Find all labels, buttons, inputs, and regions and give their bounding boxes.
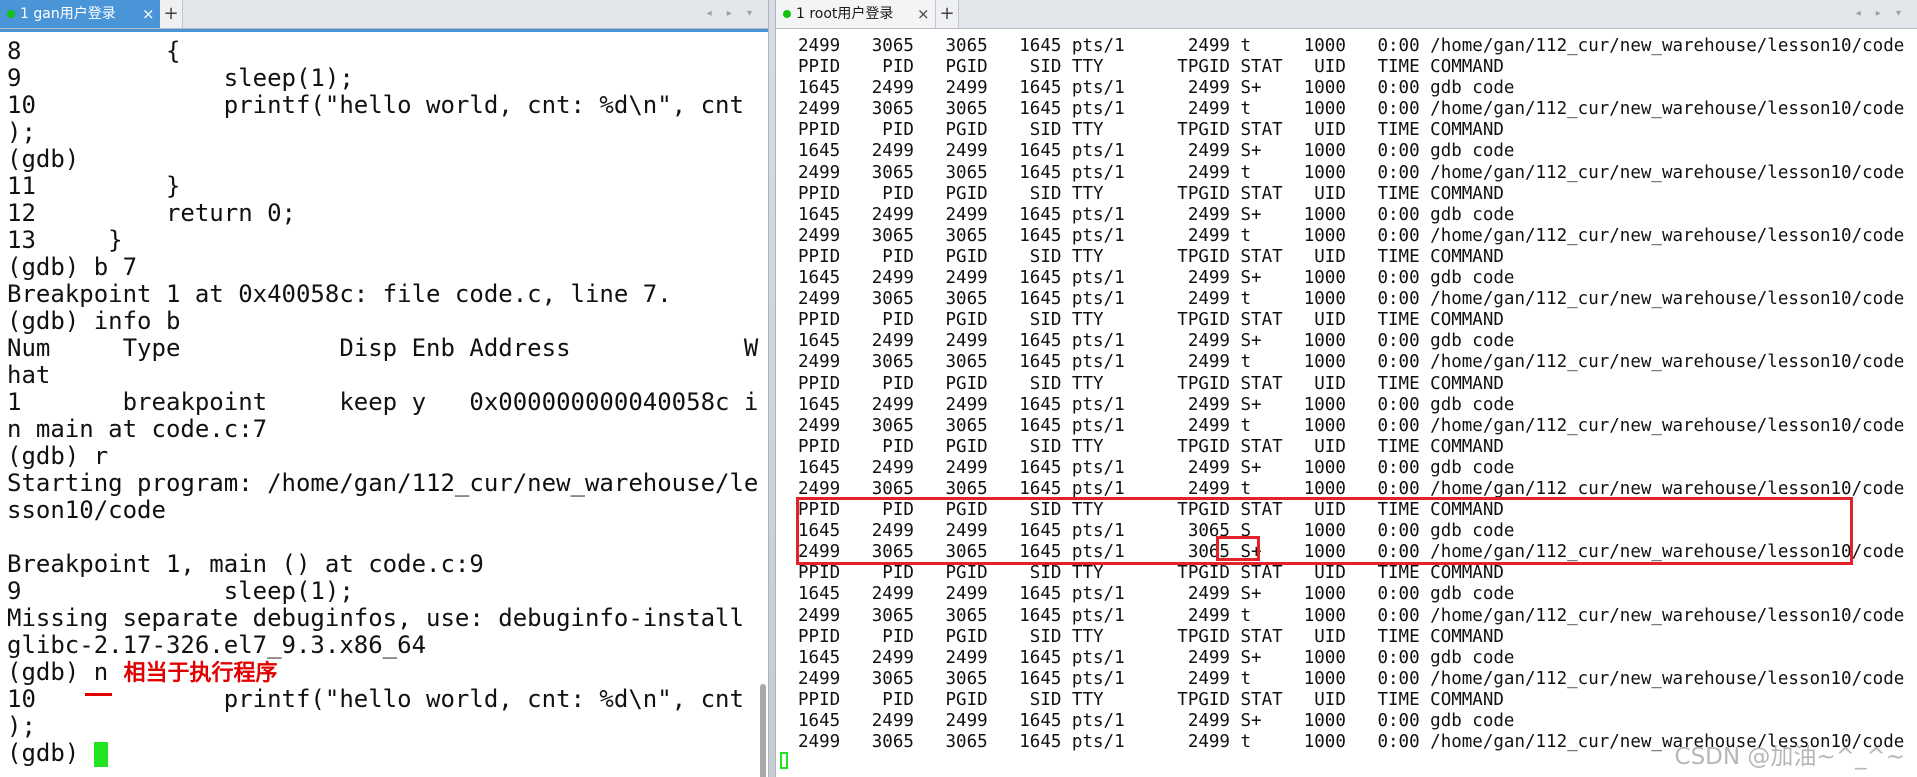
ps-header-row: PPID PID PGID SID TTY TPGID STAT UID TIM… [798,120,1504,141]
connected-status-icon [783,10,791,18]
gdb-prompt: (gdb) [7,658,94,686]
ps-process-row: 2499 3065 3065 1645 pts/1 2499 t 1000 0:… [798,289,1905,310]
terminal-ps-monitor[interactable]: 2499 3065 3065 1645 pts/1 2499 t 1000 0:… [776,29,1917,777]
vertical-scrollbar[interactable] [756,64,766,777]
tab-scroll-arrows[interactable]: ◂ ▸ ▾ [707,0,758,28]
gdb-command-line: (gdb) n 相当于执行程序 [7,658,747,687]
ps-header-row: PPID PID PGID SID TTY TPGID STAT UID TIM… [798,626,1504,647]
terminal-line: sson10/code [7,496,166,524]
ps-header-row: PPID PID PGID SID TTY TPGID STAT UID TIM… [798,563,1504,584]
ps-process-row: 1645 2499 2499 1645 pts/1 2499 S+ 1000 0… [798,268,1515,289]
terminal-line: Missing separate debuginfos, use: debugi… [7,604,744,632]
left-tab-bar: 1 gan用户登录 × + ◂ ▸ ▾ [0,0,768,29]
ps-header-row: PPID PID PGID SID TTY TPGID STAT UID TIM… [798,246,1504,267]
command-underline [85,693,112,696]
annotation-label: 相当于执行程序 [108,661,278,686]
new-tab-button[interactable]: + [936,0,959,28]
terminal-line: Starting program: /home/gan/112_cur/new_… [7,469,759,497]
connected-status-icon [7,10,15,18]
left-terminal-pane[interactable]: 1 gan用户登录 × + ◂ ▸ ▾ 8 {9 sleep(1); 10 pri… [0,0,768,777]
ps-process-row: 2499 3065 3065 1645 pts/1 2499 t 1000 0:… [798,162,1905,183]
ps-process-row: 1645 2499 2499 1645 pts/1 2499 S+ 1000 0… [798,331,1515,352]
terminal-line: 1 breakpoint keep y 0x000000000040058c i [7,388,759,416]
close-tab-icon[interactable]: × [142,0,155,28]
ps-header-row: PPID PID PGID SID TTY TPGID STAT UID TIM… [798,310,1504,331]
ps-header-row: PPID PID PGID SID TTY TPGID STAT UID TIM… [798,57,1504,78]
ps-process-row: 1645 2499 2499 1645 pts/1 2499 S+ 1000 0… [798,457,1515,478]
ps-process-row: 2499 3065 3065 1645 pts/1 2499 t 1000 0:… [798,99,1905,120]
ps-header-row: PPID PID PGID SID TTY TPGID STAT UID TIM… [798,373,1504,394]
ps-header-row: PPID PID PGID SID TTY TPGID STAT UID TIM… [798,689,1504,710]
terminal-line: ); [7,118,36,146]
ps-process-row: 1645 2499 2499 1645 pts/1 2499 S+ 1000 0… [798,711,1515,731]
tab-label: 1 root用户登录 [796,6,894,22]
terminal-line: 9 sleep(1); [7,577,354,605]
terminal-line: 11 } [7,172,181,200]
terminal-line: glibc-2.17-326.el7_9.3.x86_64 [7,631,427,659]
terminal-output: 2499 3065 3065 1645 pts/1 2499 t 1000 0:… [798,36,1905,753]
terminal-line: 8 { [7,37,181,65]
ps-process-row: 1645 2499 2499 1645 pts/1 2499 S+ 1000 0… [798,141,1515,162]
tab-gan-session[interactable]: 1 gan用户登录 × [0,0,160,28]
gdb-prompt: (gdb) [7,739,94,767]
ps-header-row: PPID PID PGID SID TTY TPGID STAT UID TIM… [798,436,1504,457]
ps-process-row: 1645 2499 2499 1645 pts/1 2499 S+ 1000 0… [798,204,1515,225]
terminal-line: ); [7,712,36,740]
ps-process-row: 1645 2499 2499 1645 pts/1 2499 S+ 1000 0… [798,584,1515,605]
tab-root-session[interactable]: 1 root用户登录 × [776,0,936,28]
terminal-line: Breakpoint 1 at 0x40058c: file code.c, l… [7,280,672,308]
terminal-line: Num Type Disp Enb Address W [7,334,759,362]
ps-process-row: 1645 2499 2499 1645 pts/1 2499 S+ 1000 0… [798,647,1515,668]
new-tab-button[interactable]: + [160,0,183,28]
right-tab-bar: 1 root用户登录 × + ◂ ▸ ▾ [776,0,1917,29]
pane-divider[interactable] [768,0,776,777]
ps-process-row: 2499 3065 3065 1645 pts/1 2499 t 1000 0:… [798,668,1905,689]
highlight-box-changed-rows [796,497,1853,565]
terminal-line: hat [7,361,51,389]
ps-process-row: 2499 3065 3065 1645 pts/1 2499 t 1000 0:… [798,36,1905,56]
ps-process-row: 2499 3065 3065 1645 pts/1 2499 t 1000 0:… [798,605,1905,626]
terminal-line: n main at code.c:7 [7,415,268,443]
gdb-final-prompt-line[interactable]: (gdb) [7,740,747,767]
ps-process-row: 2499 3065 3065 1645 pts/1 2499 t 1000 0:… [798,352,1905,373]
scrollbar-thumb[interactable] [760,684,766,777]
terminal-cursor [780,752,788,769]
ps-process-row: 2499 3065 3065 1645 pts/1 2499 t 1000 0:… [798,415,1905,436]
highlight-box-stat [1216,536,1260,561]
text-cursor [93,741,108,767]
tab-scroll-arrows[interactable]: ◂ ▸ ▾ [1856,0,1907,28]
terminal-line: 12 return 0; [7,199,296,227]
terminal-output: 8 {9 sleep(1); 10 printf("hello world, cn… [7,37,759,767]
terminal-line: (gdb) r [7,442,109,470]
tab-label: 1 gan用户登录 [20,6,116,22]
terminal-line: (gdb) [7,145,80,173]
ps-header-row: PPID PID PGID SID TTY TPGID STAT UID TIM… [798,183,1504,204]
gdb-command: n [93,658,109,686]
terminal-line: (gdb) info b [7,307,181,335]
terminal-line: Breakpoint 1, main () at code.c:9 [7,550,484,578]
watermark: CSDN @加油~^_^~ [1674,744,1905,770]
close-tab-icon[interactable]: × [917,0,930,28]
ps-process-row: 1645 2499 2499 1645 pts/1 2499 S+ 1000 0… [798,78,1515,99]
terminal-line: 10 printf("hello world, cnt: %d\n", cnt [7,685,744,713]
terminal-line: 13 } [7,226,123,254]
ps-process-row: 2499 3065 3065 1645 pts/1 2499 t 1000 0:… [798,225,1905,246]
right-terminal-pane[interactable]: 1 root用户登录 × + ◂ ▸ ▾ 2499 3065 3065 1645… [776,0,1917,777]
terminal-line: 10 printf("hello world, cnt: %d\n", cnt [7,91,744,119]
terminal-line: (gdb) b 7 [7,253,138,281]
ps-process-row: 1645 2499 2499 1645 pts/1 2499 S+ 1000 0… [798,394,1515,415]
terminal-line: 9 sleep(1); [7,64,354,92]
terminal-gdb-session[interactable]: 8 {9 sleep(1); 10 printf("hello world, cn… [0,29,768,777]
